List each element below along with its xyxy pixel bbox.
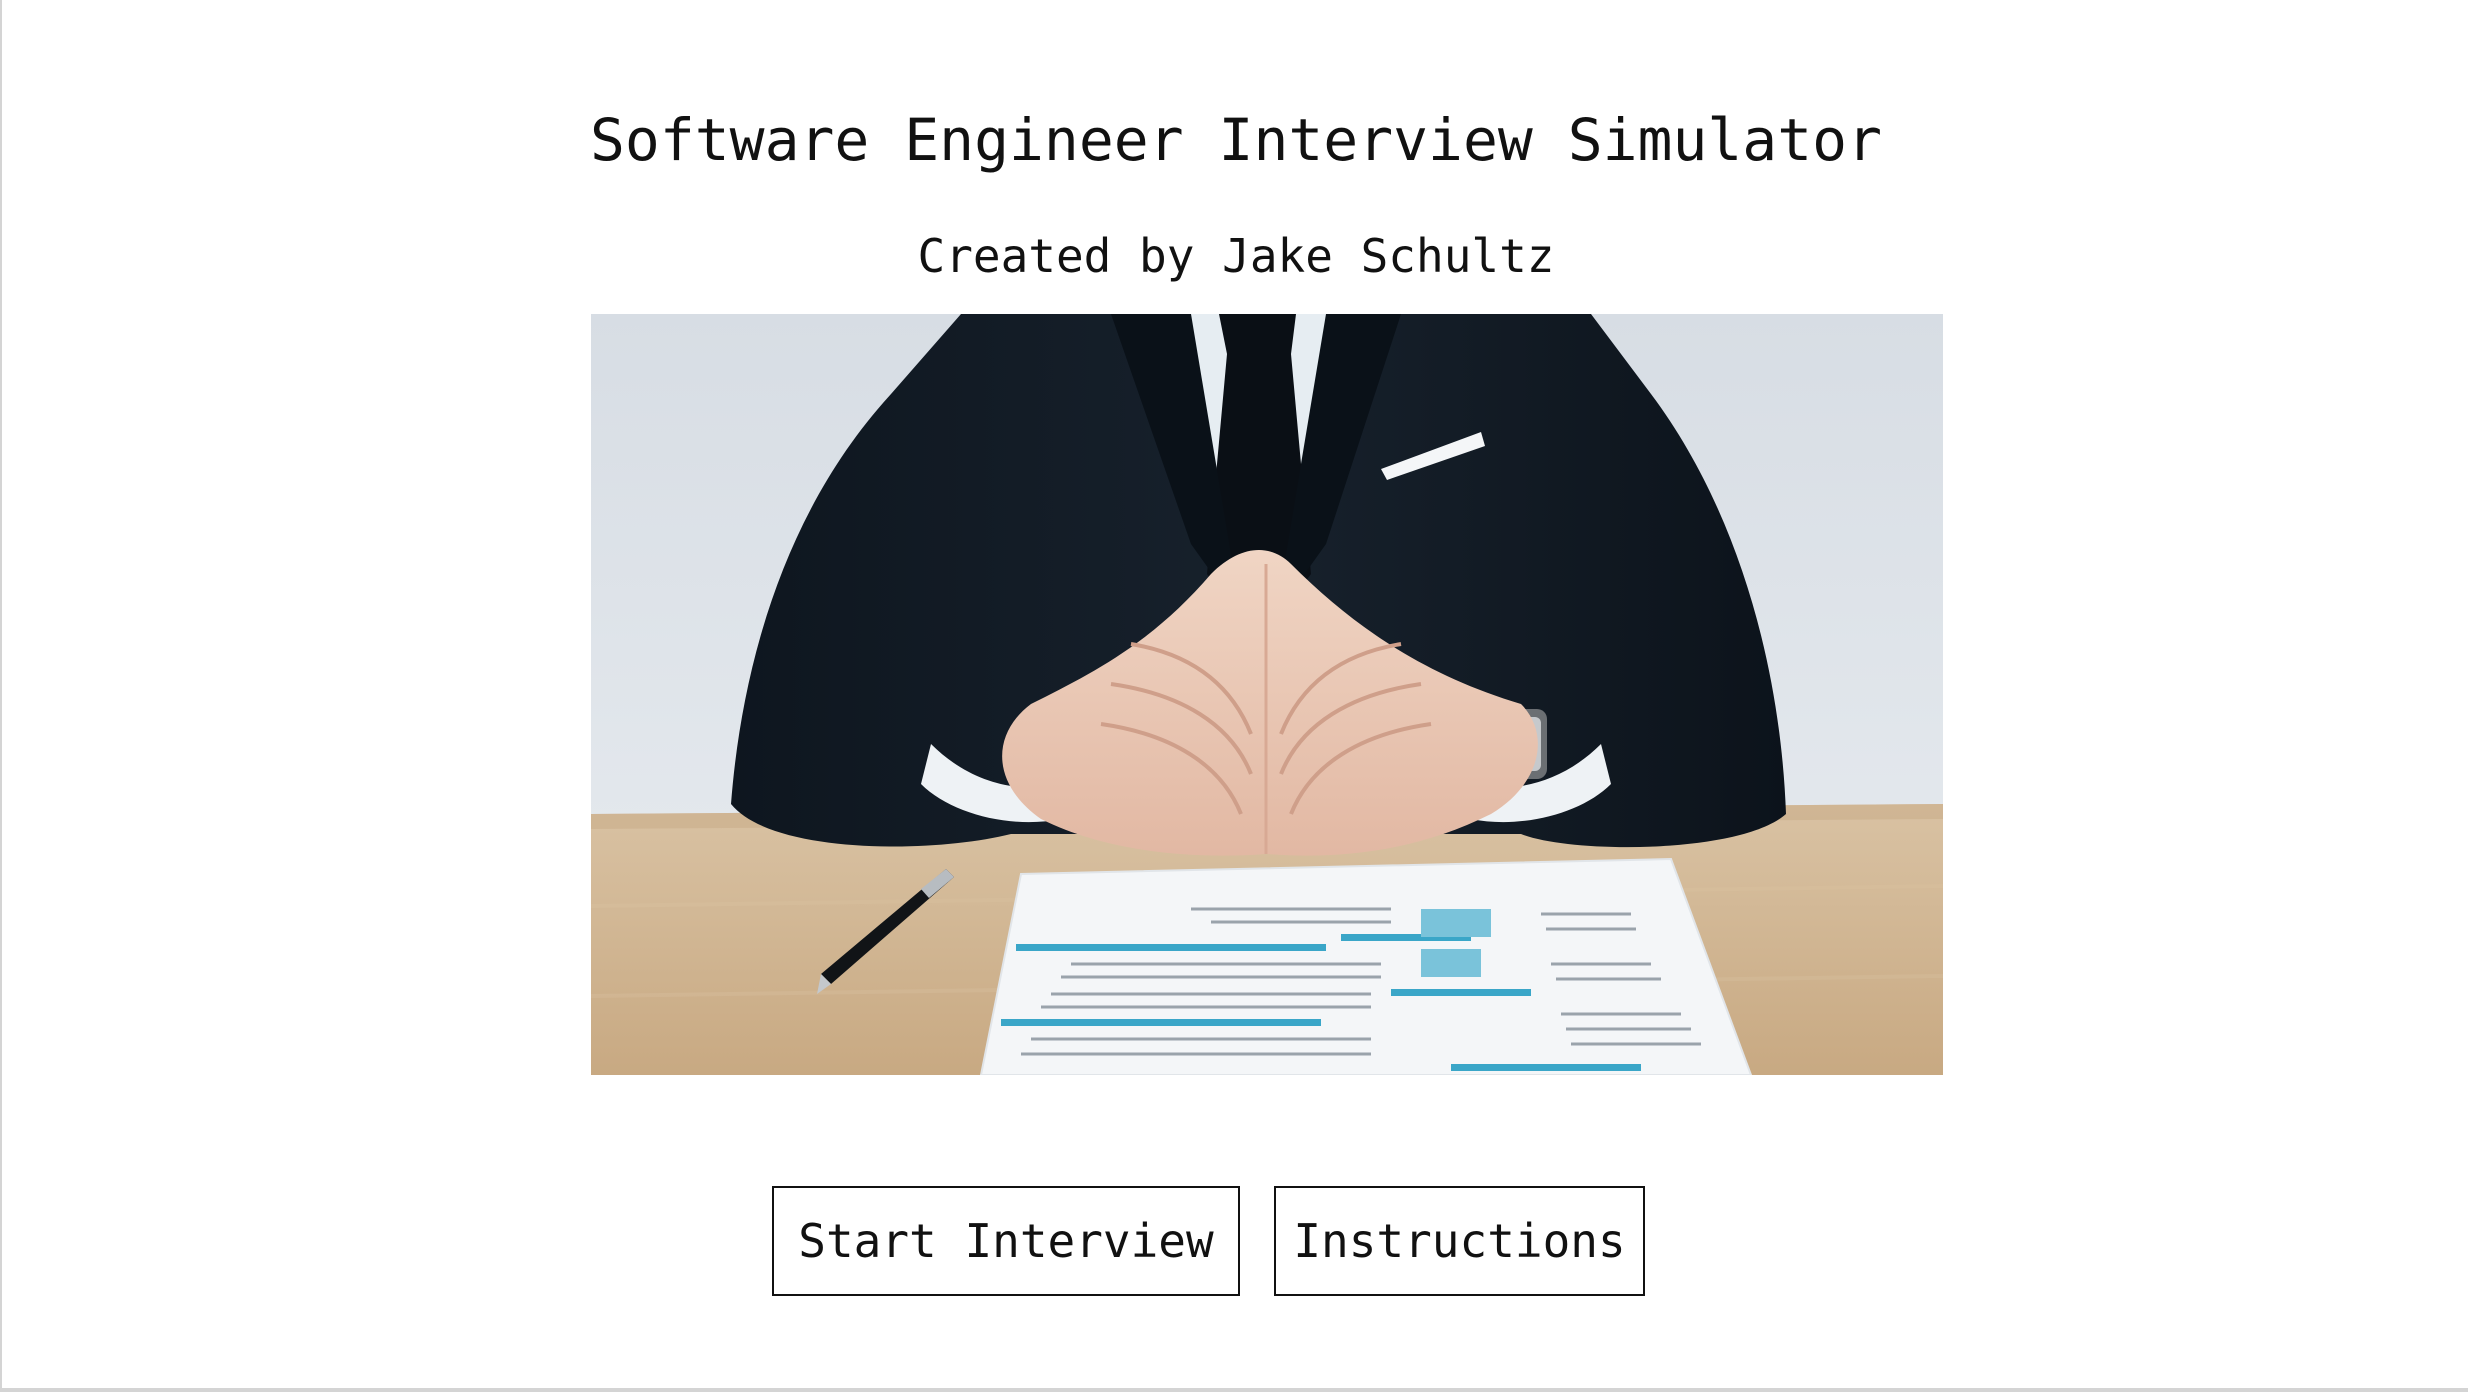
interviewer-photo (591, 314, 1943, 1075)
page-title: Software Engineer Interview Simulator (589, 106, 1882, 174)
page-subtitle: Created by Jake Schultz (917, 229, 1555, 283)
start-interview-button[interactable]: Start Interview (772, 1186, 1240, 1296)
main-screen: Software Engineer Interview Simulator Cr… (0, 0, 2468, 1392)
instructions-button[interactable]: Instructions (1274, 1186, 1645, 1296)
